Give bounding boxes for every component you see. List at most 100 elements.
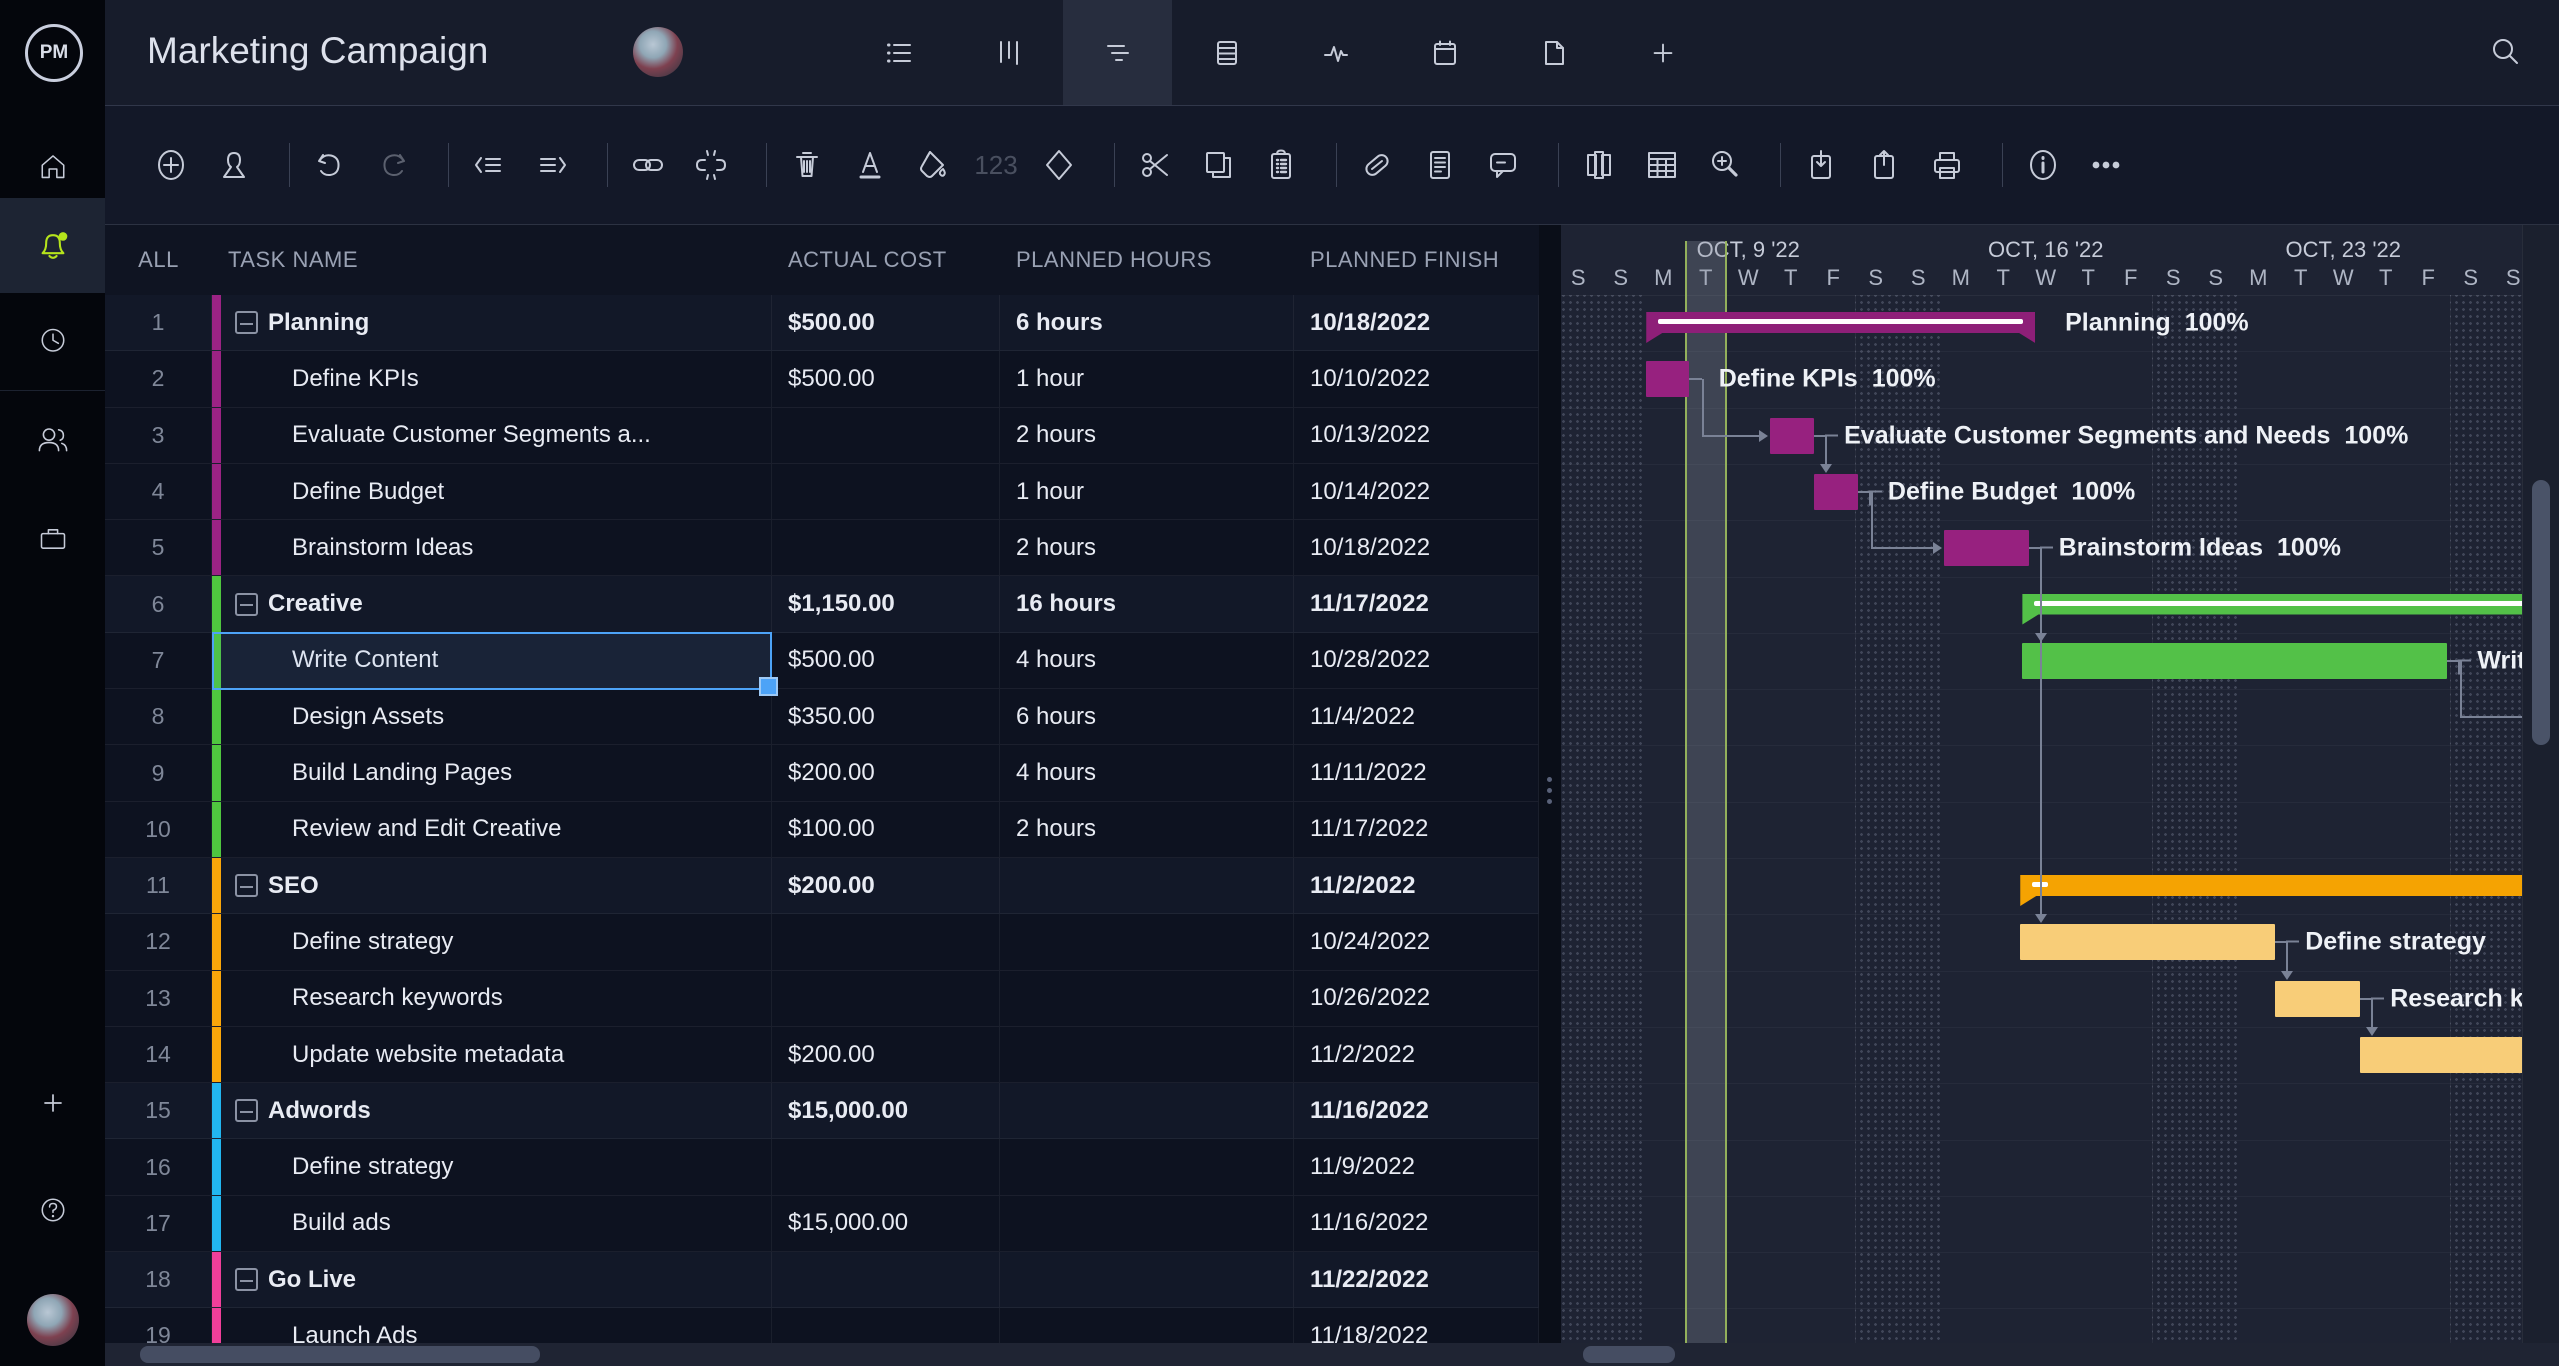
task-bar-row3[interactable]: [1770, 418, 1815, 454]
actual-cost-cell[interactable]: [772, 520, 1000, 575]
actual-cost-cell[interactable]: $15,000.00: [772, 1196, 1000, 1251]
row-number[interactable]: 13: [105, 971, 212, 1026]
row-number[interactable]: 17: [105, 1196, 212, 1251]
actual-cost-cell[interactable]: [772, 1308, 1000, 1343]
collapse-toggle-icon[interactable]: [235, 1268, 258, 1291]
task-name-cell[interactable]: Define KPIs: [212, 351, 772, 406]
row-number[interactable]: 11: [105, 858, 212, 913]
link-tasks-button[interactable]: [628, 145, 668, 185]
row-number[interactable]: 8: [105, 689, 212, 744]
task-name-cell[interactable]: Evaluate Customer Segments a...: [212, 408, 772, 463]
tab-gantt-view[interactable]: [1063, 0, 1172, 105]
fill-color-button[interactable]: [913, 145, 953, 185]
planned-hours-cell[interactable]: [1000, 858, 1294, 913]
sidebar-add-button[interactable]: [0, 1058, 105, 1148]
table-horizontal-scrollbar-thumb[interactable]: [140, 1346, 540, 1363]
table-row[interactable]: 13Research keywords10/26/2022: [105, 971, 1539, 1027]
task-name-cell[interactable]: Brainstorm Ideas: [212, 520, 772, 575]
task-bar-row12[interactable]: [2020, 924, 2275, 960]
planned-finish-cell[interactable]: 10/10/2022: [1294, 351, 1539, 406]
table-row[interactable]: 10Review and Edit Creative$100.002 hours…: [105, 802, 1539, 858]
milestone-button[interactable]: [1039, 145, 1079, 185]
column-header-planned-hours[interactable]: PLANNED HOURS: [1000, 247, 1294, 273]
planned-hours-cell[interactable]: 2 hours: [1000, 802, 1294, 857]
assign-user-button[interactable]: [214, 145, 254, 185]
planned-finish-cell[interactable]: 11/18/2022: [1294, 1308, 1539, 1343]
actual-cost-cell[interactable]: $200.00: [772, 1027, 1000, 1082]
paste-button[interactable]: [1261, 145, 1301, 185]
planned-finish-cell[interactable]: 11/11/2022: [1294, 745, 1539, 800]
task-name-cell[interactable]: Define Budget: [212, 464, 772, 519]
task-name-cell[interactable]: Launch Ads: [212, 1308, 772, 1343]
number-format-button[interactable]: 123: [976, 145, 1016, 185]
unlink-tasks-button[interactable]: [691, 145, 731, 185]
task-name-cell[interactable]: SEO: [212, 858, 772, 913]
planned-finish-cell[interactable]: 11/22/2022: [1294, 1252, 1539, 1307]
show-grid-button[interactable]: [1642, 145, 1682, 185]
outdent-button[interactable]: [469, 145, 509, 185]
planned-hours-cell[interactable]: 4 hours: [1000, 633, 1294, 688]
row-number[interactable]: 4: [105, 464, 212, 519]
sidebar-item-team[interactable]: [0, 393, 105, 488]
table-row[interactable]: 1Planning$500.006 hours10/18/2022: [105, 295, 1539, 351]
task-name-cell[interactable]: Define strategy: [212, 1139, 772, 1194]
planned-hours-cell[interactable]: 1 hour: [1000, 464, 1294, 519]
task-name-cell[interactable]: Adwords: [212, 1083, 772, 1138]
planned-finish-cell[interactable]: 11/2/2022: [1294, 858, 1539, 913]
tab-activity-view[interactable]: [1281, 0, 1390, 105]
row-number[interactable]: 18: [105, 1252, 212, 1307]
indent-button[interactable]: [532, 145, 572, 185]
actual-cost-cell[interactable]: $1,150.00: [772, 576, 1000, 631]
planned-hours-cell[interactable]: [1000, 1252, 1294, 1307]
table-row[interactable]: 19Launch Ads11/18/2022: [105, 1308, 1539, 1343]
table-row[interactable]: 3Evaluate Customer Segments a... 2 hours1…: [105, 408, 1539, 464]
planned-finish-cell[interactable]: 10/13/2022: [1294, 408, 1539, 463]
actual-cost-cell[interactable]: [772, 408, 1000, 463]
task-bar-row13[interactable]: [2275, 981, 2360, 1017]
planned-hours-cell[interactable]: [1000, 914, 1294, 969]
project-owner-avatar[interactable]: [633, 27, 683, 77]
actual-cost-cell[interactable]: $350.00: [772, 689, 1000, 744]
task-bar-row7[interactable]: [2022, 643, 2447, 679]
sidebar-item-timesheets[interactable]: [0, 293, 105, 388]
actual-cost-cell[interactable]: $500.00: [772, 295, 1000, 350]
planned-finish-cell[interactable]: 10/24/2022: [1294, 914, 1539, 969]
tab-board-view[interactable]: [954, 0, 1063, 105]
tab-calendar-view[interactable]: [1390, 0, 1499, 105]
row-number[interactable]: 16: [105, 1139, 212, 1194]
collapse-toggle-icon[interactable]: [235, 874, 258, 897]
pm-logo[interactable]: PM: [25, 24, 83, 82]
task-bar-row4[interactable]: [1814, 474, 1858, 510]
planned-hours-cell[interactable]: 2 hours: [1000, 408, 1294, 463]
row-number[interactable]: 3: [105, 408, 212, 463]
notes-button[interactable]: [1420, 145, 1460, 185]
row-number[interactable]: 5: [105, 520, 212, 575]
table-row[interactable]: 17Build ads$15,000.0011/16/2022: [105, 1196, 1539, 1252]
task-name-cell[interactable]: Creative: [212, 576, 772, 631]
actual-cost-cell[interactable]: $500.00: [772, 633, 1000, 688]
table-row[interactable]: 9Build Landing Pages$200.004 hours11/11/…: [105, 745, 1539, 801]
planned-hours-cell[interactable]: [1000, 1139, 1294, 1194]
cut-button[interactable]: [1135, 145, 1175, 185]
comment-button[interactable]: [1483, 145, 1523, 185]
table-row[interactable]: 6Creative$1,150.0016 hours11/17/2022: [105, 576, 1539, 632]
row-number[interactable]: 10: [105, 802, 212, 857]
row-number[interactable]: 9: [105, 745, 212, 800]
planned-finish-cell[interactable]: 10/18/2022: [1294, 520, 1539, 575]
add-task-button[interactable]: [151, 145, 191, 185]
task-name-cell[interactable]: Define strategy: [212, 914, 772, 969]
row-number[interactable]: 1: [105, 295, 212, 350]
planned-finish-cell[interactable]: 11/16/2022: [1294, 1196, 1539, 1251]
table-row[interactable]: 7Write Content$500.004 hours10/28/2022: [105, 633, 1539, 689]
actual-cost-cell[interactable]: [772, 1139, 1000, 1194]
planned-hours-cell[interactable]: 1 hour: [1000, 351, 1294, 406]
tab-add-view[interactable]: [1608, 0, 1717, 105]
planned-hours-cell[interactable]: [1000, 1027, 1294, 1082]
column-header-planned-finish[interactable]: PLANNED FINISH: [1294, 247, 1539, 273]
row-number[interactable]: 2: [105, 351, 212, 406]
attachment-button[interactable]: [1357, 145, 1397, 185]
planned-hours-cell[interactable]: 2 hours: [1000, 520, 1294, 575]
export-button[interactable]: [1864, 145, 1904, 185]
task-name-cell[interactable]: Review and Edit Creative: [212, 802, 772, 857]
planned-hours-cell[interactable]: 6 hours: [1000, 689, 1294, 744]
